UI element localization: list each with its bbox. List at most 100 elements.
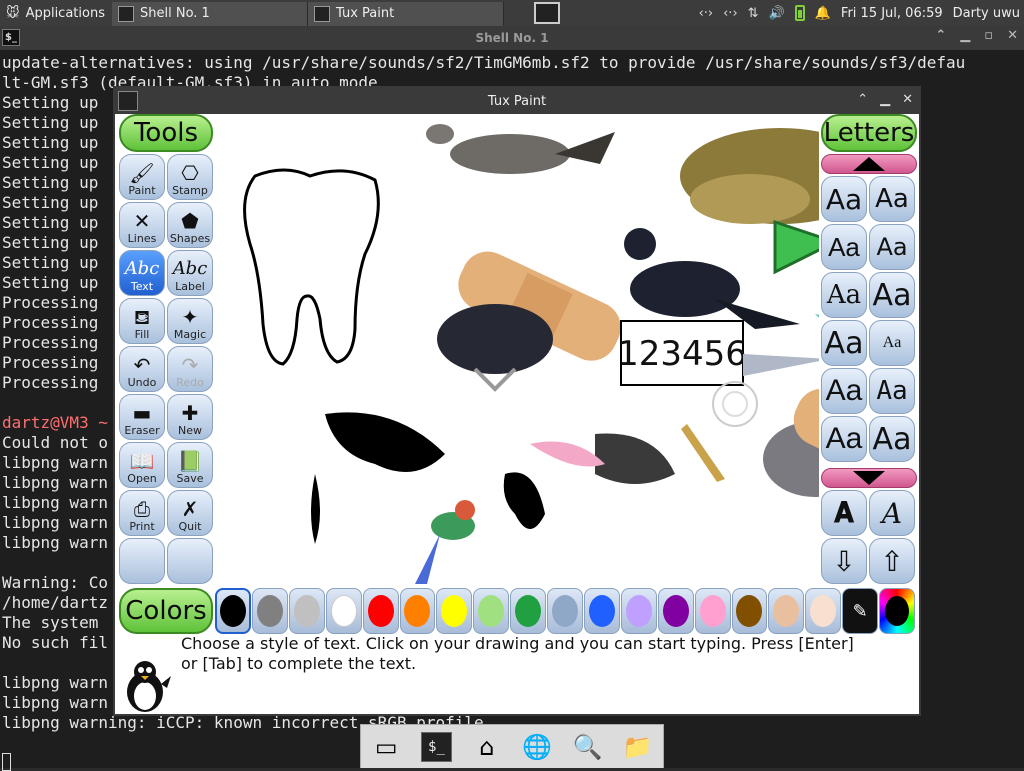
tool-magic-button[interactable]: ✦ Magic (167, 298, 213, 344)
color-swatch[interactable] (547, 588, 583, 634)
user-name[interactable]: Darty uwu (953, 6, 1020, 21)
font-style-button[interactable]: Aa (821, 176, 867, 222)
tool-lines-button[interactable]: ✕ Lines (119, 202, 165, 248)
taskbar-tuxpaint-mini[interactable] (528, 0, 566, 26)
taskbar-tuxpaint[interactable]: Tux Paint (308, 1, 504, 26)
tool-paint-button[interactable]: 🖌 Paint (119, 154, 165, 200)
font-style-button[interactable]: Aa (869, 176, 915, 222)
font-style-button[interactable]: Aa (821, 320, 867, 366)
close-icon[interactable]: ✕ (902, 92, 913, 107)
font-style-button[interactable]: Aa (821, 368, 867, 414)
tool-redo-button[interactable]: ↷ Redo (167, 346, 213, 392)
font-style-button[interactable]: Aa (821, 416, 867, 462)
tool-fill-button[interactable]: ⛾ Fill (119, 298, 165, 344)
search-launcher[interactable]: 🔍 (567, 729, 607, 765)
text-size-bold-button[interactable]: 𝐀 (821, 490, 867, 536)
color-swatch[interactable] (768, 588, 805, 634)
scroll-down-button[interactable] (821, 468, 917, 488)
tool-stamp-button[interactable]: ⎔ Stamp (167, 154, 213, 200)
tool-text-button[interactable]: Abc Text (119, 250, 165, 296)
color-swatch[interactable] (288, 588, 325, 634)
web-browser-icon: 🌐 (522, 732, 553, 761)
font-style-button[interactable]: Aa (821, 224, 867, 270)
tool-shapes-button[interactable]: ⬟ Shapes (167, 202, 213, 248)
bold-icon: 𝐀 (834, 496, 854, 529)
font-style-button[interactable]: Aa (869, 416, 915, 462)
color-swatch[interactable] (583, 588, 620, 634)
scroll-up-button[interactable] (821, 154, 917, 174)
tool-label: Eraser (124, 424, 160, 437)
color-swatch[interactable] (325, 588, 362, 634)
font-style-button[interactable]: Aa (821, 272, 867, 318)
volume-icon[interactable]: 🔊 (769, 6, 785, 21)
tuxpaint-titlebar[interactable]: Tux Paint ⌃ ▁ ✕ (115, 88, 919, 114)
tux-penguin-icon (121, 658, 173, 714)
folder-launcher[interactable]: 📁 (618, 729, 658, 765)
tool-undo-button[interactable]: ↶ Undo (119, 346, 165, 392)
colors-header: Colors (119, 588, 213, 634)
system-tray: ‹·› ‹·› ⇅ 🔊 🔔 Fri 15 Jul, 06:59 Darty uw… (699, 5, 1024, 21)
clock[interactable]: Fri 15 Jul, 06:59 (841, 6, 943, 21)
shade-icon[interactable]: ⌃ (857, 92, 868, 107)
color-swatch[interactable] (215, 588, 251, 634)
font-style-button[interactable]: Aa (869, 320, 915, 366)
network-icon[interactable]: ‹·› (723, 6, 738, 21)
tool-new-button[interactable]: ✚ New (167, 394, 213, 440)
color-dot (330, 595, 357, 627)
text-bigger-button[interactable]: ⇧ (869, 538, 915, 584)
terminal-launcher[interactable]: $_ (416, 729, 456, 765)
tool-open-button[interactable]: 📖 Open (119, 442, 165, 488)
terminal-titlebar[interactable]: $_ Shell No. 1 ⌃ ▁ ▫ ✕ (0, 26, 1024, 50)
tool-print-button[interactable]: ⎙ Print (119, 490, 165, 536)
color-picker-button[interactable]: ✎ (842, 588, 879, 634)
color-swatch[interactable] (399, 588, 436, 634)
color-dot (662, 595, 689, 627)
maximize-icon[interactable]: ▫ (984, 28, 993, 43)
color-dot (478, 595, 505, 627)
pencil-stamp (743, 354, 819, 376)
close-icon[interactable]: ✕ (1007, 28, 1018, 43)
canvas-drawing: 123456 (243, 124, 819, 584)
text-size-italic-button[interactable]: 𝐴 (869, 490, 915, 536)
applications-menu[interactable]: 🐭 Applications ☰ (0, 0, 110, 26)
tool-eraser-button[interactable]: ▬ Eraser (119, 394, 165, 440)
cuckoo-stamp (450, 134, 570, 174)
shade-icon[interactable]: ⌃ (935, 28, 946, 43)
canvas-text: 123456 (617, 334, 747, 374)
font-style-button[interactable]: Aa (869, 224, 915, 270)
color-dot (699, 595, 726, 627)
rainbow-color-button[interactable] (879, 588, 915, 634)
color-swatch[interactable] (473, 588, 510, 634)
color-swatch[interactable] (620, 588, 657, 634)
drawing-canvas[interactable]: 123456 (215, 114, 819, 586)
arrow-up-icon (853, 157, 885, 171)
color-swatch[interactable] (251, 588, 288, 634)
label-abc-icon: Abc (172, 258, 208, 279)
text-smaller-button[interactable]: ⇩ (821, 538, 867, 584)
color-swatch[interactable] (731, 588, 768, 634)
battery-icon[interactable] (794, 5, 805, 21)
notification-bell-icon[interactable]: 🔔 (815, 6, 831, 21)
show-desktop-launcher[interactable]: ▭ (366, 729, 406, 765)
paint-blob (325, 412, 445, 472)
color-swatch[interactable] (436, 588, 473, 634)
color-swatch[interactable] (362, 588, 399, 634)
tool-save-button[interactable]: 📗 Save (167, 442, 213, 488)
transfer-icon[interactable]: ⇅ (748, 6, 759, 21)
font-style-button[interactable]: Aa (869, 272, 915, 318)
web-browser-launcher[interactable]: 🌐 (517, 729, 557, 765)
network-icon[interactable]: ‹·› (699, 6, 714, 21)
home-folder-launcher[interactable]: ⌂ (467, 729, 507, 765)
color-swatch[interactable] (805, 588, 842, 634)
color-swatch[interactable] (657, 588, 694, 634)
minimize-icon[interactable]: ▁ (960, 28, 970, 43)
font-style-button[interactable]: Aa (869, 368, 915, 414)
minimize-icon[interactable]: ▁ (880, 92, 890, 107)
tool-quit-button[interactable]: ✗ Quit (167, 490, 213, 536)
taskbar-shell[interactable]: Shell No. 1 (112, 1, 308, 26)
folder-icon: 📁 (622, 732, 653, 761)
color-swatch[interactable] (694, 588, 731, 634)
color-swatch[interactable] (510, 588, 547, 634)
tool-label: Paint (128, 184, 156, 197)
tool-label-button[interactable]: Abc Label (167, 250, 213, 296)
